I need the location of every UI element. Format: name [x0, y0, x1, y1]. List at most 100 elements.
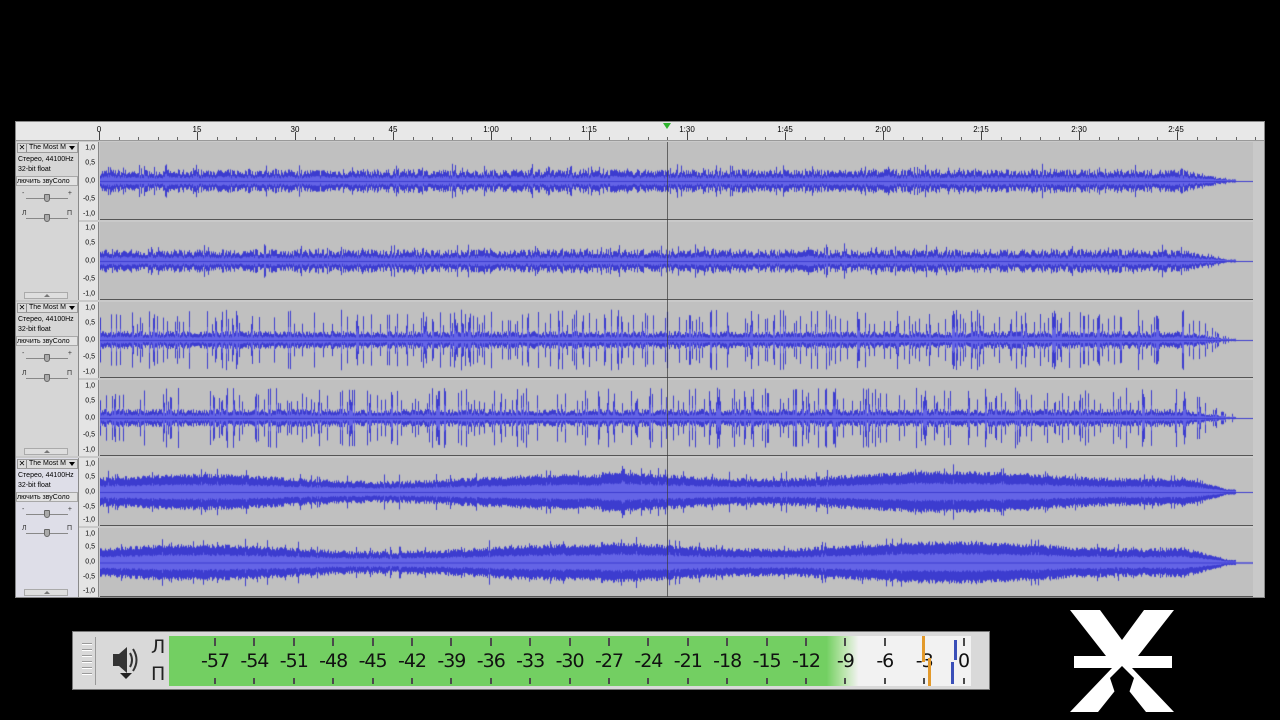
ruler-minor-tick: [843, 137, 845, 140]
timeline-ruler[interactable]: 0 15 30 45 1:00 1:15 1:30 1:45 2:00 2:15…: [16, 122, 1264, 141]
track-name: The Most M: [29, 144, 66, 151]
ruler-minor-tick: [255, 137, 257, 140]
track-name-button[interactable]: ✕ The Most M: [17, 459, 78, 469]
audio-track-2[interactable]: ✕ The Most M Стерео, 44100Hz 32-bit floa…: [16, 302, 1264, 456]
meter-left-channel-label: Л: [151, 636, 166, 658]
slider-thumb[interactable]: [44, 374, 50, 382]
max-peak-right: [951, 662, 954, 684]
collapse-track-button[interactable]: [24, 589, 68, 596]
meter-tick: [450, 678, 453, 684]
mute-solo-buttons[interactable]: лючить звуСоло: [16, 176, 78, 186]
track-name-button[interactable]: ✕ The Most M: [17, 143, 78, 153]
gain-plus-label: +: [67, 506, 72, 513]
ruler-minor-tick: [569, 137, 571, 140]
brand-logo-icon: [1066, 608, 1178, 714]
vruler-label: -1,0: [82, 290, 95, 298]
meter-scale-label: -30: [555, 650, 585, 672]
ruler-minor-tick: [373, 137, 375, 140]
grip-line: [82, 649, 92, 651]
ruler-minor-tick: [314, 137, 316, 140]
vruler-label: -1,0: [82, 446, 95, 454]
ruler-minor-tick: [510, 137, 512, 140]
vruler-label: 0,0: [85, 336, 95, 344]
vruler-label: -0,5: [82, 431, 95, 439]
amplitude-ruler: 1,0 0,5 0,0 -0,5 -1,0: [79, 302, 99, 378]
amplitude-ruler: 1,0 0,5 0,0 -0,5 -1,0: [79, 142, 99, 220]
playback-meter-toolbar[interactable]: Л П -57 -54 -51 -48 -45 -42 -39 -36 -33 -30 -27 -24…: [72, 631, 990, 690]
waveform-left-channel[interactable]: [100, 142, 1253, 220]
ruler-minor-tick: [432, 137, 434, 140]
playhead-marker-icon[interactable]: [663, 123, 671, 129]
pan-slider[interactable]: Л П: [22, 210, 72, 224]
audio-track-1[interactable]: ✕ The Most M Стерео, 44100Hz 32-bit floa…: [16, 142, 1264, 300]
toolbar-grip-handle[interactable]: [78, 637, 96, 685]
max-peak-left: [954, 640, 957, 660]
level-meter-bar[interactable]: -57 -54 -51 -48 -45 -42 -39 -36 -33 -30 -27 -24 -21-…: [169, 636, 971, 686]
track-control-panel[interactable]: ✕ The Most M Стерео, 44100Hz 32-bit floa…: [16, 142, 79, 300]
slider-thumb[interactable]: [44, 194, 50, 202]
chevron-down-icon[interactable]: [69, 146, 75, 150]
collapse-track-button[interactable]: [24, 448, 68, 455]
ruler-minor-tick: [608, 137, 610, 140]
audio-track-3[interactable]: ✕ The Most M Стерео, 44100Hz 32-bit floa…: [16, 458, 1264, 597]
meter-scale-label: -27: [594, 650, 624, 672]
ruler-minor-tick: [157, 137, 159, 140]
track-bitdepth: 32-bit float: [18, 166, 51, 173]
ruler-major-tick: [393, 132, 394, 140]
vruler-label: -1,0: [82, 587, 95, 595]
chevron-down-icon[interactable]: [69, 462, 75, 466]
ruler-minor-tick: [236, 137, 238, 140]
gain-slider[interactable]: - +: [22, 506, 72, 520]
ruler-major-tick: [491, 132, 492, 140]
slider-thumb[interactable]: [44, 214, 50, 222]
ruler-minor-tick: [216, 137, 218, 140]
collapse-track-button[interactable]: [24, 292, 68, 299]
waveform-left-channel[interactable]: [100, 458, 1253, 526]
meter-tick: [844, 638, 847, 646]
meter-tick: [489, 678, 492, 684]
waveform-left-channel[interactable]: [100, 302, 1253, 378]
gain-slider[interactable]: - +: [22, 190, 72, 204]
audacity-track-window: 0 15 30 45 1:00 1:15 1:30 1:45 2:00 2:15…: [15, 121, 1265, 598]
waveform-right-channel[interactable]: [100, 380, 1253, 456]
gain-slider[interactable]: - +: [22, 350, 72, 364]
close-icon[interactable]: ✕: [18, 304, 27, 312]
track-control-panel[interactable]: ✕ The Most M Стерео, 44100Hz 32-bit floa…: [16, 458, 79, 597]
slider-thumb[interactable]: [44, 510, 50, 518]
ruler-minor-tick: [177, 137, 179, 140]
amplitude-ruler: 1,0 0,5 0,0 -0,5 -1,0: [79, 528, 99, 597]
meter-tick: [883, 678, 886, 684]
waveform-right-channel[interactable]: [100, 222, 1253, 300]
vruler-label: -1,0: [82, 516, 95, 524]
track-name-button[interactable]: ✕ The Most M: [17, 303, 78, 313]
meter-scale-label: -57: [200, 650, 230, 672]
grip-line: [82, 667, 92, 669]
meter-tick: [883, 638, 886, 646]
mute-solo-buttons[interactable]: лючить звуСоло: [16, 336, 78, 346]
meter-scale-label: -21: [673, 650, 703, 672]
meter-tick: [529, 678, 532, 684]
vruler-label: 0,0: [85, 414, 95, 422]
waveform-right-channel[interactable]: [100, 528, 1253, 597]
meter-scale-label: -42: [397, 650, 427, 672]
ruler-minor-tick: [118, 137, 120, 140]
close-icon[interactable]: ✕: [18, 144, 27, 152]
mute-solo-buttons[interactable]: лючить звуСоло: [16, 492, 78, 502]
close-icon[interactable]: ✕: [18, 460, 27, 468]
meter-tick: [253, 678, 256, 684]
meter-tick: [608, 638, 610, 646]
ruler-major-tick: [99, 132, 100, 140]
slider-thumb[interactable]: [44, 529, 50, 537]
track-control-panel[interactable]: ✕ The Most M Стерео, 44100Hz 32-bit floa…: [16, 302, 79, 456]
ruler-minor-tick: [1255, 137, 1257, 140]
slider-thumb[interactable]: [44, 354, 50, 362]
chevron-down-icon[interactable]: [69, 306, 75, 310]
vruler-label: 0,0: [85, 177, 95, 185]
pan-right-label: П: [66, 525, 72, 532]
ruler-minor-tick: [824, 137, 826, 140]
meter-tick: [332, 638, 335, 646]
ruler-minor-tick: [138, 137, 140, 140]
speaker-icon[interactable]: [110, 642, 140, 682]
pan-slider[interactable]: Л П: [22, 525, 72, 539]
pan-slider[interactable]: Л П: [22, 370, 72, 384]
